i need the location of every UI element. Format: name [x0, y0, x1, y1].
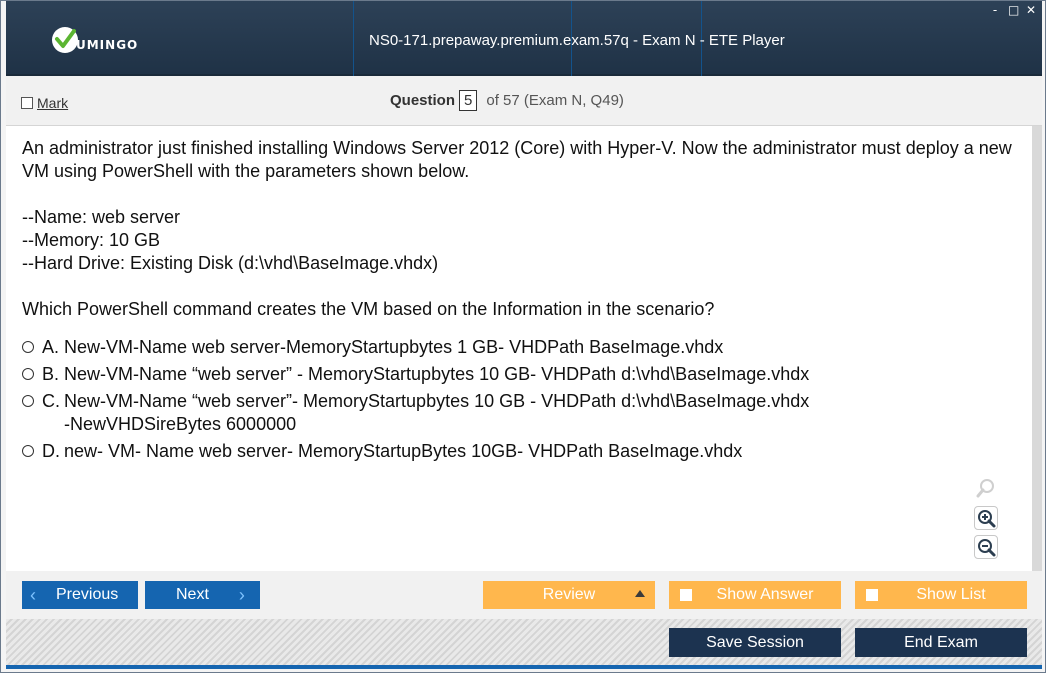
checkbox-icon[interactable]: [680, 589, 692, 601]
zoom-in-icon[interactable]: [974, 506, 998, 530]
window-title: NS0-171.prepaway.premium.exam.57q - Exam…: [369, 32, 785, 49]
answer-text: New-VM-Name “web server” - MemoryStartup…: [64, 364, 810, 384]
navigation-bar: ‹ Previous Next › Review Show Answer Sho…: [6, 571, 1042, 619]
show-answer-label: Show Answer: [716, 586, 814, 603]
show-answer-button[interactable]: Show Answer: [669, 581, 841, 609]
answer-option-a[interactable]: A. New-VM-Name web server-MemoryStartupb…: [22, 336, 1012, 359]
checkbox-icon[interactable]: [21, 97, 33, 109]
radio-button[interactable]: [22, 395, 34, 407]
end-exam-button[interactable]: End Exam: [855, 628, 1027, 657]
answer-text: New-VM-Name “web server”- MemoryStartupb…: [64, 391, 810, 434]
previous-button[interactable]: ‹ Previous: [22, 581, 138, 609]
answer-text: New-VM-Name web server-MemoryStartupbyte…: [64, 337, 724, 357]
close-button[interactable]: ✕: [1026, 4, 1036, 16]
question-text: An administrator just finished installin…: [22, 138, 1012, 319]
title-bar: UMINGO NS0-171.prepaway.premium.exam.57q…: [6, 1, 1042, 76]
bottom-accent-line: [6, 665, 1042, 669]
next-label: Next: [176, 586, 209, 603]
answer-option-d[interactable]: D. new- VM- Name web server- MemoryStart…: [22, 440, 1012, 463]
show-list-label: Show List: [916, 586, 986, 603]
checkbox-icon[interactable]: [866, 589, 878, 601]
chevron-left-icon: ‹: [30, 584, 36, 605]
checkmark-logo-icon: [52, 27, 78, 53]
vertical-scrollbar[interactable]: [1032, 126, 1042, 571]
save-session-button[interactable]: Save Session: [669, 628, 841, 657]
answer-letter: D.: [42, 441, 60, 461]
radio-button[interactable]: [22, 341, 34, 353]
review-button[interactable]: Review: [483, 581, 655, 609]
question-header: Mark Question 5 of 57 (Exam N, Q49): [6, 76, 1042, 126]
footer: Save Session End Exam: [6, 619, 1042, 665]
show-list-button[interactable]: Show List: [855, 581, 1027, 609]
zoom-out-icon[interactable]: [974, 535, 998, 559]
question-indicator: Question 5 of 57 (Exam N, Q49): [390, 90, 624, 111]
answer-letter: A.: [42, 337, 60, 357]
answer-letter: C.: [42, 391, 60, 411]
review-label: Review: [542, 586, 596, 603]
minimize-button[interactable]: -: [990, 4, 1000, 16]
triangle-up-icon[interactable]: [635, 590, 645, 597]
answer-option-b[interactable]: B. New-VM-Name “web server” - MemoryStar…: [22, 363, 1012, 386]
answer-list: A. New-VM-Name web server-MemoryStartupb…: [22, 336, 1012, 467]
question-label: Question: [390, 92, 456, 109]
question-content: An administrator just finished installin…: [6, 126, 1042, 571]
question-number-input[interactable]: 5: [459, 90, 478, 111]
zoom-reset-icon[interactable]: [974, 476, 998, 500]
window-controls: - □ ✕: [990, 4, 1036, 16]
title-separator: [353, 1, 354, 76]
answer-letter: B.: [42, 364, 60, 384]
answer-option-c[interactable]: C. New-VM-Name “web server”- MemoryStart…: [22, 390, 1012, 436]
chevron-right-icon: ›: [238, 584, 245, 605]
radio-button[interactable]: [22, 368, 34, 380]
question-total: of 57 (Exam N, Q49): [486, 92, 624, 109]
maximize-button[interactable]: □: [1008, 4, 1019, 16]
mark-label: Mark: [37, 95, 69, 111]
app-logo: UMINGO: [52, 27, 162, 57]
next-button[interactable]: Next ›: [145, 581, 260, 609]
radio-button[interactable]: [22, 445, 34, 457]
previous-label: Previous: [56, 586, 119, 603]
answer-text: new- VM- Name web server- MemoryStartupB…: [64, 441, 743, 461]
logo-text: UMINGO: [76, 38, 139, 52]
app-window: UMINGO NS0-171.prepaway.premium.exam.57q…: [0, 0, 1046, 673]
mark-checkbox[interactable]: Mark: [21, 95, 68, 111]
